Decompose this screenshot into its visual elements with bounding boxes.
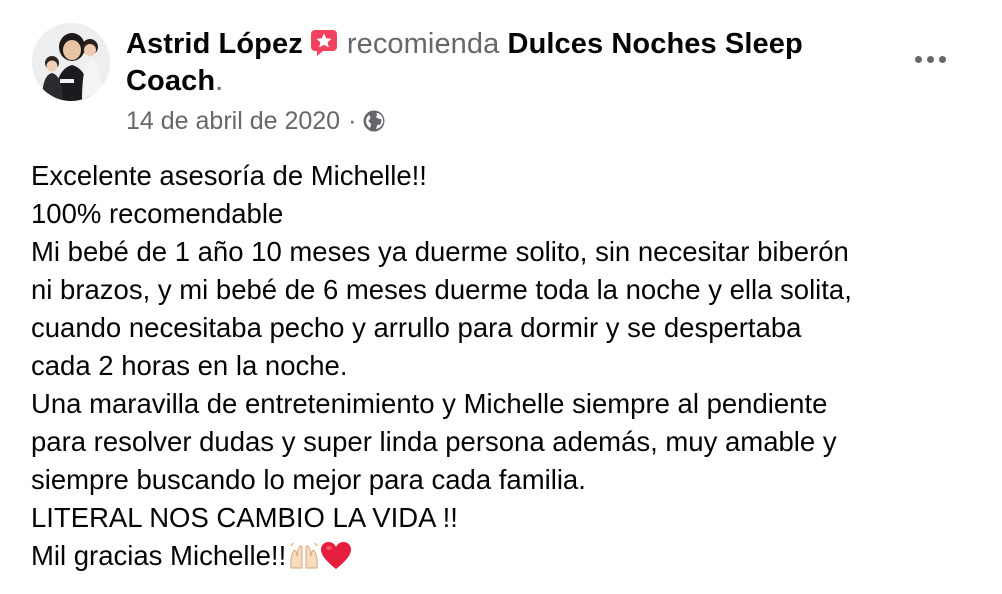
page-name-part1: Dulces Noches Sleep: [507, 28, 803, 60]
post-header: Astrid López recomienda Dulces Noches Sl…: [126, 26, 886, 100]
body-line: siempre buscando lo mejor para cada fami…: [31, 464, 586, 495]
red-heart-icon: [321, 542, 352, 569]
body-line: Excelente asesoría de Michelle!!: [31, 160, 427, 191]
star-badge-icon: [310, 30, 337, 56]
more-options-button[interactable]: [908, 44, 952, 74]
header-period: .: [215, 65, 224, 97]
more-dot-3: [938, 55, 946, 63]
body-line: cuando necesitaba pecho y arrullo para d…: [31, 312, 802, 343]
body-last-line: Mil gracias Michelle!!: [31, 537, 986, 575]
author-name[interactable]: Astrid López: [126, 28, 303, 60]
body-line: LITERAL NOS CAMBIO LA VIDA !!: [31, 502, 458, 533]
recommendation-post: Astrid López recomienda Dulces Noches Sl…: [0, 0, 1002, 594]
globe-icon[interactable]: [362, 109, 386, 133]
body-line: para resolver dudas y super linda person…: [31, 426, 837, 457]
post-meta: 14 de abril de 2020 ·: [126, 105, 386, 137]
avatar-photo-icon: [32, 23, 110, 101]
author-avatar[interactable]: [32, 23, 110, 101]
page-name-part2: Coach: [126, 65, 216, 97]
meta-separator: ·: [348, 107, 357, 135]
post-date[interactable]: 14 de abril de 2020: [126, 105, 340, 137]
body-line: Una maravilla de entretenimiento y Miche…: [31, 388, 828, 419]
body-line: ni brazos, y mi bebé de 6 meses duerme t…: [31, 274, 852, 305]
body-line: 100% recomendable: [31, 198, 284, 229]
body-line: Mi bebé de 1 año 10 meses ya duerme soli…: [31, 236, 849, 267]
more-dot-1: [914, 55, 922, 63]
body-line: cada 2 horas en la noche.: [31, 350, 348, 381]
body-line-closing: Mil gracias Michelle!!: [31, 540, 287, 571]
post-body: Excelente asesoría de Michelle!! 100% re…: [31, 157, 986, 575]
action-verb: recomienda: [346, 28, 500, 60]
more-dot-2: [926, 55, 934, 63]
raising-hands-icon: [290, 542, 318, 569]
